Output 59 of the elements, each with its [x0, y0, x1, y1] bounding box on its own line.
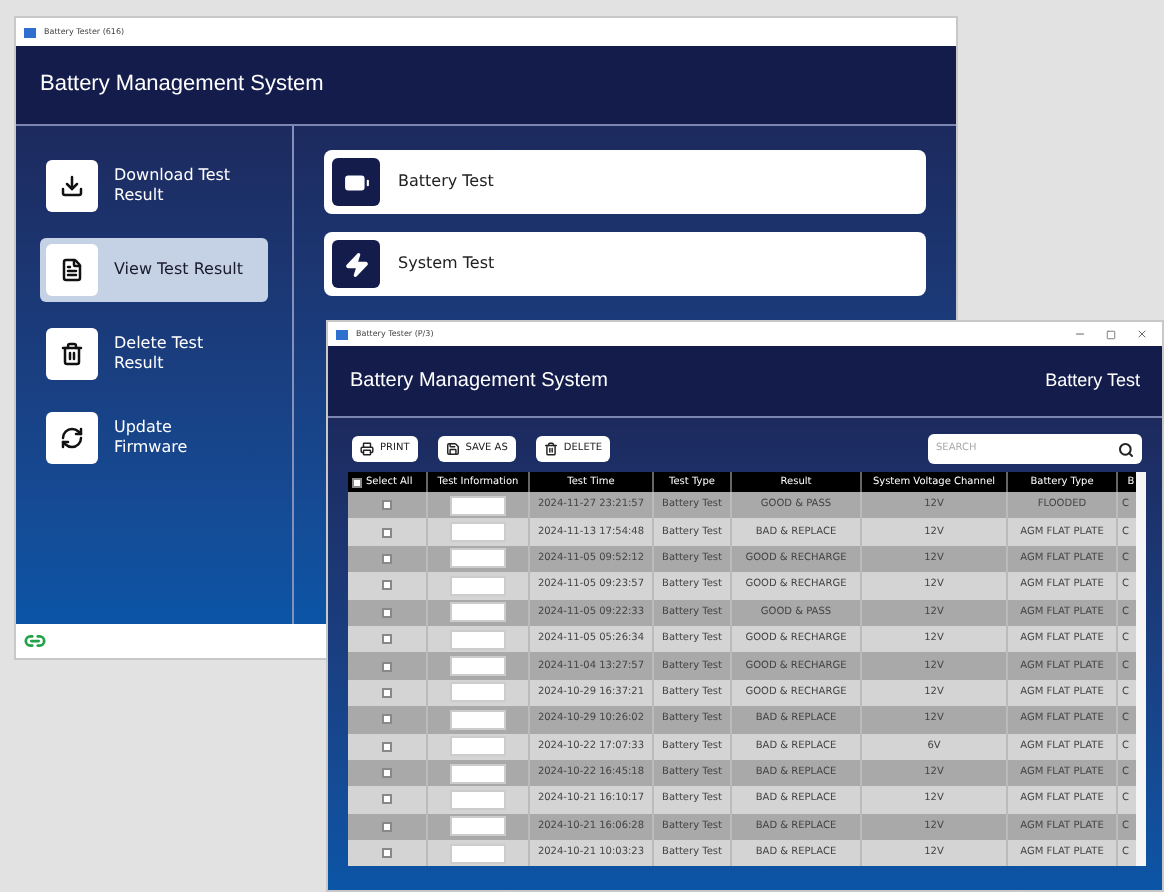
app-title: Battery Management System [350, 368, 608, 396]
input-field[interactable] [450, 656, 506, 677]
checkbox[interactable] [382, 500, 392, 511]
input-field[interactable] [450, 763, 506, 784]
app-icon [24, 27, 36, 37]
input-field[interactable] [450, 736, 506, 757]
checkbox[interactable] [382, 741, 392, 752]
sidebar-item[interactable]: View Test Result [40, 238, 268, 302]
input-field[interactable] [450, 495, 506, 516]
checkbox[interactable] [382, 687, 392, 698]
sidebar-item[interactable]: Update Firmware [40, 406, 268, 470]
minimize-icon[interactable] [1074, 328, 1086, 340]
checkbox[interactable] [382, 634, 392, 645]
checkbox[interactable] [382, 794, 392, 805]
section-title: Battery Test [1045, 367, 1140, 394]
close-icon[interactable] [1136, 328, 1148, 340]
checkbox[interactable] [382, 848, 392, 859]
lightning-icon [343, 251, 369, 277]
app-title: Battery Management System [40, 70, 324, 101]
input-field[interactable] [450, 843, 506, 864]
trash-icon [543, 442, 558, 456]
link-icon [24, 630, 46, 652]
checkbox[interactable] [382, 661, 392, 672]
trash-icon [60, 342, 84, 366]
test-button[interactable]: Battery Test [324, 150, 926, 214]
refresh-icon [60, 426, 84, 450]
maximize-icon[interactable] [1106, 329, 1116, 339]
checkbox[interactable] [382, 527, 392, 538]
checkbox[interactable] [352, 477, 362, 487]
input-field[interactable] [450, 522, 506, 543]
search-icon[interactable] [1118, 441, 1134, 457]
checkbox[interactable] [382, 714, 392, 725]
app-icon [336, 329, 348, 339]
sidebar-label: Update Firmware [114, 418, 190, 458]
sidebar-label: Delete Test Result [114, 334, 206, 374]
sidebar-label: View Test Result [114, 260, 246, 280]
save-icon [445, 442, 460, 456]
input-field[interactable] [450, 548, 506, 569]
sidebar-item[interactable]: Download Test Result [40, 154, 268, 218]
checkbox[interactable] [382, 553, 392, 564]
checkbox[interactable] [382, 580, 392, 591]
checkbox[interactable] [382, 607, 392, 618]
input-field[interactable] [450, 816, 506, 837]
input-field[interactable] [450, 789, 506, 810]
document-icon [60, 258, 84, 282]
checkbox[interactable] [382, 821, 392, 832]
input-field[interactable] [450, 602, 506, 623]
sidebar-item[interactable]: Delete Test Result [40, 322, 268, 386]
scrollbar[interactable] [1136, 472, 1146, 867]
printer-icon [360, 442, 374, 456]
input-field[interactable] [450, 575, 506, 596]
input-field[interactable] [450, 709, 506, 730]
download-icon [60, 174, 84, 198]
test-button[interactable]: System Test [324, 232, 926, 296]
checkbox[interactable] [382, 768, 392, 779]
battery-icon [343, 169, 369, 195]
input-field[interactable] [450, 629, 506, 650]
sidebar-label: Download Test Result [114, 166, 233, 206]
input-field[interactable] [450, 682, 506, 703]
